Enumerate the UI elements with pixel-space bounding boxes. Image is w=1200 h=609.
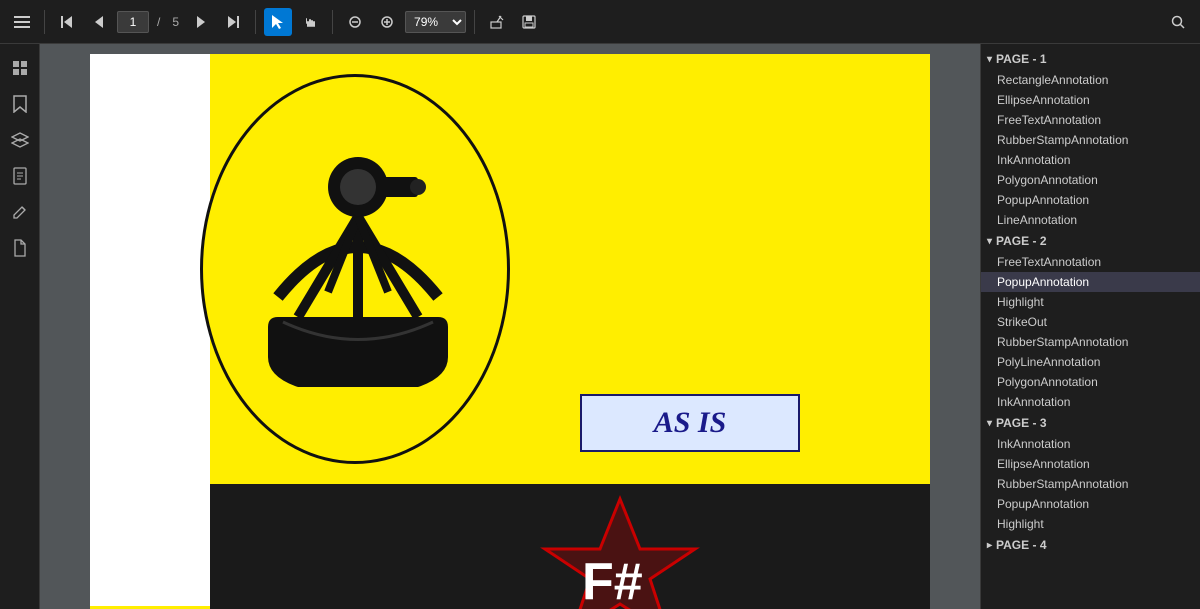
sidebar-edit-button[interactable] [4, 196, 36, 228]
svg-text:F#: F# [582, 553, 643, 609]
sep3 [332, 10, 333, 34]
tree-item[interactable]: PolygonAnnotation [981, 170, 1200, 190]
tree-item[interactable]: RubberStampAnnotation [981, 332, 1200, 352]
sidebar-file-button[interactable] [4, 232, 36, 264]
page-separator: / [157, 15, 160, 29]
last-page-button[interactable] [219, 8, 247, 36]
tree-item[interactable]: RubberStampAnnotation [981, 474, 1200, 494]
tree-item[interactable]: LineAnnotation [981, 210, 1200, 230]
redact-button[interactable] [483, 8, 511, 36]
tree-item[interactable]: PopupAnnotation [981, 272, 1200, 292]
hand-tool-button[interactable] [296, 8, 324, 36]
fsharp-star-icon: F# [520, 494, 720, 609]
asis-text: AS IS [654, 406, 727, 440]
tree-group-page1[interactable]: ▾ PAGE - 1 [981, 48, 1200, 70]
expand-icon: ▸ [987, 540, 992, 551]
zoom-select[interactable]: 79% 50% 100% 150% [405, 11, 466, 33]
tree-item[interactable]: RubberStampAnnotation [981, 130, 1200, 150]
sep2 [255, 10, 256, 34]
pdf-viewer-area[interactable]: PdfViewer [40, 44, 980, 609]
sextant-oval [200, 74, 510, 464]
cursor-tool-button[interactable] [264, 8, 292, 36]
search-area [1164, 8, 1192, 36]
group-label: PAGE - 1 [996, 52, 1046, 66]
main-area: PdfViewer [0, 44, 1200, 609]
page-number-input[interactable]: 1 [117, 11, 149, 33]
left-sidebar [0, 44, 40, 609]
prev-page-button[interactable] [85, 8, 113, 36]
tree-item[interactable]: EllipseAnnotation [981, 454, 1200, 474]
group-label: PAGE - 3 [996, 416, 1046, 430]
tree-item[interactable]: FreeTextAnnotation [981, 110, 1200, 130]
tree-item[interactable]: EllipseAnnotation [981, 90, 1200, 110]
pdf-page: PdfViewer [90, 54, 930, 609]
tree-item[interactable]: StrikeOut [981, 312, 1200, 332]
tree-item[interactable]: Highlight [981, 514, 1200, 534]
tree-item[interactable]: Highlight [981, 292, 1200, 312]
sidebar-pages-button[interactable] [4, 160, 36, 192]
sidebar-layers-button[interactable] [4, 124, 36, 156]
black-section: F# [210, 484, 930, 609]
tree-group-page4[interactable]: ▸ PAGE - 4 [981, 534, 1200, 556]
tree-item[interactable]: PopupAnnotation [981, 190, 1200, 210]
zoom-in-button[interactable] [373, 8, 401, 36]
expand-icon: ▾ [987, 418, 992, 429]
tree-group-page3[interactable]: ▾ PAGE - 3 [981, 412, 1200, 434]
tree-item[interactable]: FreeTextAnnotation [981, 252, 1200, 272]
main-toolbar: 1 / 5 79% 50% 100% 150% [0, 0, 1200, 44]
yellow-section: AS IS [210, 54, 930, 484]
fsharp-badge: F# [520, 494, 720, 609]
tree-item[interactable]: PolyLineAnnotation [981, 352, 1200, 372]
sidebar-bookmark-button[interactable] [4, 88, 36, 120]
tree-item[interactable]: InkAnnotation [981, 150, 1200, 170]
expand-icon: ▾ [987, 236, 992, 247]
group-label: PAGE - 4 [996, 538, 1046, 552]
zoom-out-button[interactable] [341, 8, 369, 36]
tree-item[interactable]: InkAnnotation [981, 392, 1200, 412]
save-button[interactable] [515, 8, 543, 36]
asis-box: AS IS [580, 394, 800, 452]
tree-item[interactable]: PolygonAnnotation [981, 372, 1200, 392]
tree-item[interactable]: RectangleAnnotation [981, 70, 1200, 90]
expand-icon: ▾ [987, 54, 992, 65]
tree-item[interactable]: InkAnnotation [981, 434, 1200, 454]
sidebar-home-button[interactable] [4, 52, 36, 84]
app-menu-button[interactable] [8, 8, 36, 36]
right-panel: ▾PAGE - 1RectangleAnnotationEllipseAnnot… [980, 44, 1200, 609]
sep4 [474, 10, 475, 34]
search-button[interactable] [1164, 8, 1192, 36]
page-total: 5 [172, 15, 179, 29]
next-page-button[interactable] [187, 8, 215, 36]
first-page-button[interactable] [53, 8, 81, 36]
tree-item[interactable]: PopupAnnotation [981, 494, 1200, 514]
group-label: PAGE - 2 [996, 234, 1046, 248]
sep1 [44, 10, 45, 34]
tree-group-page2[interactable]: ▾ PAGE - 2 [981, 230, 1200, 252]
sextant-icon [218, 97, 498, 437]
